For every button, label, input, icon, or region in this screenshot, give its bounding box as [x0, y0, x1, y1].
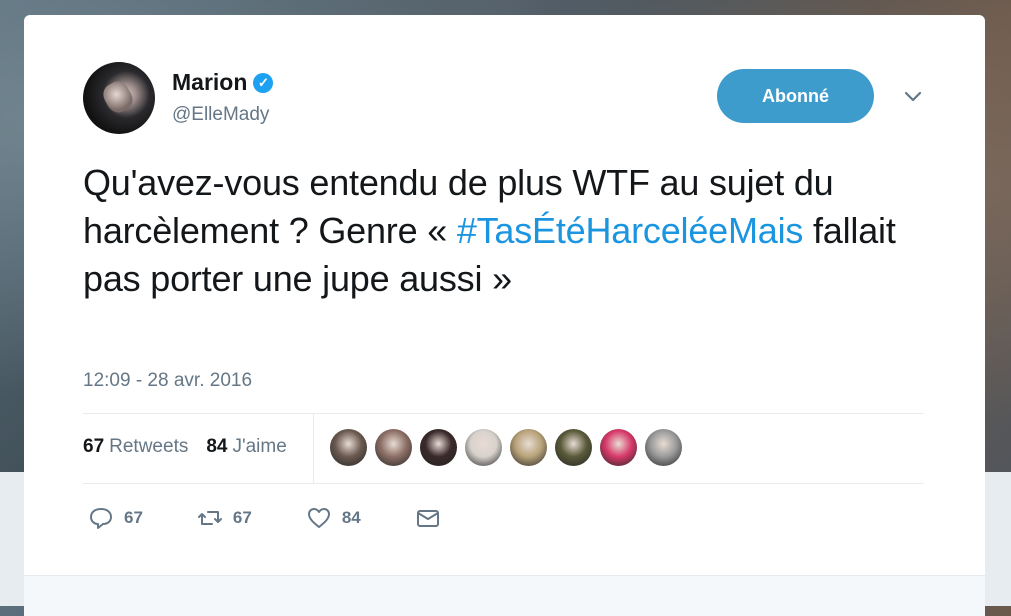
- liker-avatar[interactable]: [600, 429, 637, 466]
- mail-icon: [416, 510, 439, 527]
- liker-avatar[interactable]: [555, 429, 592, 466]
- heart-icon: [307, 508, 330, 528]
- reply-count: 67: [124, 508, 143, 527]
- chevron-down-icon[interactable]: [902, 85, 924, 107]
- likes-stat[interactable]: 84 J'aime: [206, 436, 286, 458]
- verified-icon: ✓: [253, 72, 274, 93]
- retweets-label: Retweets: [109, 436, 189, 457]
- liker-avatar[interactable]: [330, 429, 367, 466]
- tweet-card: Marion ✓ @ElleMady Abonné Qu'avez-vous e…: [24, 15, 985, 616]
- tweet-actions: 67 67 84: [88, 505, 495, 531]
- retweets-count: 67: [83, 436, 105, 457]
- liker-avatar[interactable]: [645, 429, 682, 466]
- divider-top: [83, 413, 924, 414]
- like-count: 84: [341, 508, 361, 527]
- liker-avatar[interactable]: [510, 429, 547, 466]
- likes-label: J'aime: [232, 436, 287, 457]
- reply-icon: [90, 508, 112, 529]
- follow-button[interactable]: Abonné: [717, 69, 874, 123]
- retweet-icon: [197, 511, 222, 525]
- liker-avatar[interactable]: [375, 429, 412, 466]
- like-button[interactable]: 84: [306, 505, 361, 531]
- likers-avatars: [330, 429, 682, 466]
- tweet-stats: 67 Retweets 84 J'aime: [83, 436, 287, 458]
- avatar-face: [99, 77, 137, 117]
- hashtag-link[interactable]: #TasÉtéHarceléeMais: [457, 210, 804, 251]
- display-name-text[interactable]: Marion: [172, 69, 247, 96]
- avatar[interactable]: [83, 62, 155, 134]
- tweet-timestamp[interactable]: 12:09 - 28 avr. 2016: [83, 370, 252, 392]
- direct-message-button[interactable]: [415, 505, 441, 531]
- retweets-stat[interactable]: 67 Retweets: [83, 436, 188, 458]
- reply-button[interactable]: 67: [88, 505, 143, 531]
- tweet-text: Qu'avez-vous entendu de plus WTF au suje…: [83, 159, 923, 303]
- stats-separator: [313, 413, 314, 484]
- retweet-count: 67: [232, 508, 252, 527]
- user-handle[interactable]: @ElleMady: [172, 104, 269, 126]
- retweet-button[interactable]: 67: [197, 505, 252, 531]
- liker-avatar[interactable]: [420, 429, 457, 466]
- liker-avatar[interactable]: [465, 429, 502, 466]
- divider-bottom: [83, 483, 924, 484]
- card-footer: [24, 575, 985, 616]
- likes-count: 84: [206, 436, 228, 457]
- user-display-name[interactable]: Marion ✓: [172, 69, 274, 96]
